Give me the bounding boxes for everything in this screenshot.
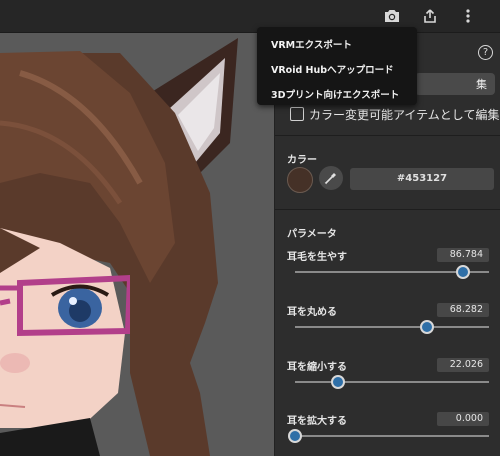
color-section-title: カラー	[287, 155, 317, 166]
color-editable-checkbox[interactable]	[290, 107, 304, 121]
param-label-ear-enlarge: 耳を拡大する	[287, 416, 347, 427]
top-toolbar	[0, 0, 500, 33]
more-vert-icon[interactable]	[458, 6, 478, 26]
param-slider-knob-ear-enlarge[interactable]	[288, 429, 302, 443]
param-value-ear-shrink[interactable]: 22.026	[437, 358, 489, 372]
param-slider-knob-ear-round[interactable]	[420, 320, 435, 334]
camera-icon[interactable]	[382, 6, 402, 26]
param-label-ear-shrink: 耳を縮小する	[287, 362, 347, 373]
export-menu: VRMエクスポート VRoid Hubへアップロード 3Dプリント向けエクスポー…	[257, 27, 417, 105]
menu-item-vrm-export[interactable]: VRMエクスポート	[271, 37, 352, 51]
color-swatch[interactable]	[287, 167, 313, 193]
eyedropper-icon[interactable]	[319, 166, 343, 190]
divider	[275, 209, 500, 210]
param-slider-ear-shrink[interactable]	[295, 381, 489, 383]
param-value-ear-round[interactable]: 68.282	[437, 303, 489, 317]
character-render	[0, 38, 238, 456]
menu-item-3d-print-export[interactable]: 3Dプリント向けエクスポート	[271, 87, 399, 101]
param-label-ear-round: 耳を丸める	[287, 307, 337, 318]
param-value-ear-fur[interactable]: 86.784	[437, 248, 489, 262]
param-slider-knob-ear-shrink[interactable]	[330, 375, 345, 389]
help-icon[interactable]: ?	[478, 45, 493, 60]
model-viewport[interactable]	[0, 33, 274, 456]
edit-button[interactable]: 集	[415, 73, 495, 95]
color-editable-label: カラー変更可能アイテムとして編集	[309, 108, 500, 122]
color-hex-field[interactable]: #453127	[350, 168, 494, 190]
params-section-title: パラメータ	[287, 229, 337, 240]
divider	[275, 135, 500, 136]
param-slider-ear-round[interactable]	[295, 326, 489, 328]
param-value-ear-enlarge[interactable]: 0.000	[437, 412, 489, 426]
menu-item-vroid-hub-upload[interactable]: VRoid Hubへアップロード	[271, 62, 394, 76]
share-icon[interactable]	[420, 6, 440, 26]
param-slider-ear-enlarge[interactable]	[295, 435, 489, 437]
param-slider-knob-ear-fur[interactable]	[456, 265, 471, 279]
param-label-ear-fur: 耳毛を生やす	[287, 252, 347, 263]
